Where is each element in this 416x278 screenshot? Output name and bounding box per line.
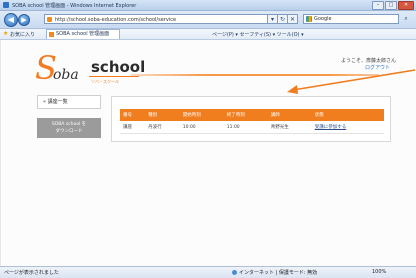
download-button-line2: ダウンロード [55, 129, 83, 134]
user-greeting: ようこそ、斎藤太郎さん [341, 58, 397, 64]
col-header-teacher: 講師 [267, 109, 312, 121]
window-title: SOBA school 管理画面 - Windows Internet Expl… [12, 2, 137, 9]
back-to-list-button[interactable]: « 講座一覧 [37, 95, 101, 109]
join-lesson-link[interactable]: 受講に参加する [315, 125, 347, 130]
refresh-icon[interactable]: ↻ [278, 14, 288, 24]
google-logo-icon [306, 16, 312, 22]
command-bar[interactable]: ページ(P) ▾ セーフティ(S) ▾ ツール(O) ▾ [212, 31, 304, 38]
minimize-button[interactable]: – [372, 1, 384, 10]
logo-tagline: ソバ・スクール [91, 79, 119, 84]
logo-soba: oba [53, 67, 79, 83]
favorites-star-icon[interactable]: ★ [3, 30, 8, 37]
table-row: 講座 丹波行 10:00 11:00 青野光生 受講に参加する [120, 121, 384, 134]
dropdown-icon[interactable]: ▾ [268, 14, 278, 24]
logo-school: school [91, 58, 146, 76]
cell-type: 丹波行 [145, 121, 180, 134]
navigation-bar: ◀ ▶ http://school.soba-education.com/sch… [0, 11, 416, 29]
status-text: ページが表示されました [4, 270, 59, 276]
tab-favicon-icon [49, 32, 54, 37]
cell-number: 講座 [120, 121, 146, 134]
stop-icon[interactable]: ✕ [288, 14, 298, 24]
soba-school-logo[interactable]: S oba school ソバ・スクール [35, 51, 155, 89]
window-controls: – □ ✕ [372, 1, 414, 10]
lesson-table: 番号 種別 開始時刻 終了時刻 講師 状態 講座 丹波行 10:00 11:00… [120, 109, 384, 134]
maximize-button[interactable]: □ [385, 1, 397, 10]
table-header-row: 番号 種別 開始時刻 終了時刻 講師 状態 [120, 109, 384, 121]
annotation-arrow-icon [287, 69, 416, 94]
cell-status: 受講に参加する [311, 121, 384, 134]
search-engine-label: Google [314, 16, 332, 22]
ie-icon [3, 2, 9, 8]
window-titlebar: SOBA school 管理画面 - Windows Internet Expl… [0, 0, 416, 11]
logo-divider [89, 76, 139, 77]
search-input[interactable]: Google [303, 14, 399, 24]
col-header-end: 終了時刻 [223, 109, 268, 121]
col-header-number: 番号 [120, 109, 146, 121]
status-bar: ページが表示されました インターネット | 保護モード: 無効 100% [0, 266, 416, 278]
tab-title: SOBA school 管理画面 [56, 31, 110, 37]
search-icon[interactable]: ⌕ [401, 14, 411, 24]
lesson-panel: 番号 種別 開始時刻 終了時刻 講師 状態 講座 丹波行 10:00 11:00… [111, 96, 391, 142]
back-arrow-icon[interactable]: ◀ [4, 13, 18, 27]
col-header-type: 種別 [145, 109, 180, 121]
browser-tab[interactable]: SOBA school 管理画面 [46, 29, 120, 39]
col-header-status: 状態 [311, 109, 384, 121]
cell-end: 11:00 [223, 121, 268, 134]
address-bar[interactable]: http://school.soba-education.com/school/… [44, 14, 268, 24]
forward-arrow-icon[interactable]: ▶ [18, 14, 30, 26]
close-window-button[interactable]: ✕ [398, 1, 414, 10]
address-url: http://school.soba-education.com/school/… [55, 17, 177, 23]
col-header-start: 開始時刻 [179, 109, 224, 121]
security-zone-label: インターネット | 保護モード: 無効 [239, 270, 318, 276]
cell-teacher: 青野光生 [267, 121, 312, 134]
download-school-button[interactable]: SOBA school を ダウンロード [37, 118, 101, 138]
download-button-line1: SOBA school を [51, 122, 87, 127]
favorites-label[interactable]: お気に入り [10, 31, 35, 38]
zoom-level[interactable]: 100% [372, 269, 386, 275]
address-actions: ▾ ↻ ✕ [268, 14, 298, 24]
globe-icon [232, 270, 237, 275]
page-content: S oba school ソバ・スクール ようこそ、斎藤太郎さん ログアウト «… [0, 40, 416, 266]
security-zone[interactable]: インターネット | 保護モード: 無効 [232, 269, 317, 276]
favorites-bar: ★ お気に入り SOBA school 管理画面 ページ(P) ▾ セーフティ(… [0, 29, 416, 40]
site-favicon-icon [47, 17, 52, 22]
cell-start: 10:00 [179, 121, 224, 134]
